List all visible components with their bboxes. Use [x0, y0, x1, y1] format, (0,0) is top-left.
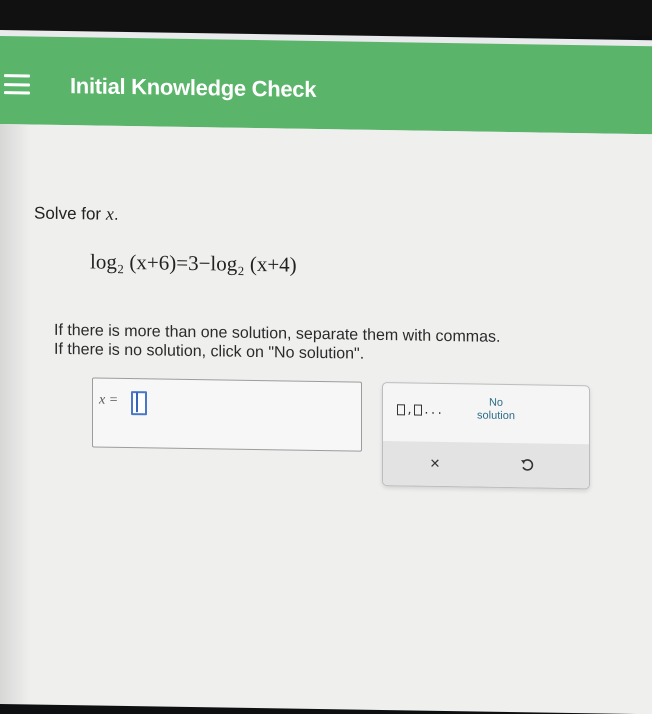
app-header: Initial Knowledge Check: [0, 36, 652, 135]
prompt-variable: x: [105, 203, 114, 224]
answer-input-box[interactable]: x =: [92, 377, 362, 452]
question-prompt: Solve for x.: [34, 203, 119, 225]
no-solution-line-2: solution: [477, 409, 515, 423]
list-separator-icon-2: [413, 404, 423, 416]
prompt-end: .: [113, 204, 119, 224]
app-screen: Initial Knowledge Check Solve for x. log…: [0, 30, 652, 714]
answer-label: x =: [99, 392, 119, 408]
prompt-text: Solve for: [34, 203, 102, 224]
answer-input-field[interactable]: [131, 391, 147, 416]
clear-button[interactable]: ×: [421, 452, 449, 476]
list-separator-icon: [397, 403, 406, 415]
instructions: If there is more than one solution, sepa…: [54, 321, 500, 366]
list-separator-button[interactable]: ,...: [397, 397, 443, 422]
equation: log₂ (x+6)=3−log₂ (x+4): [90, 249, 297, 277]
no-solution-button[interactable]: No solution: [451, 396, 541, 431]
text-cursor: [136, 392, 138, 413]
hamburger-menu-icon[interactable]: [4, 74, 30, 95]
undo-icon: [521, 459, 534, 471]
screen-edge-shadow: [0, 124, 30, 705]
list-suffix: ...: [423, 403, 443, 417]
question-panel: Solve for x. log₂ (x+6)=3−log₂ (x+4) If …: [0, 124, 652, 714]
page-title: Initial Knowledge Check: [70, 73, 317, 102]
undo-button[interactable]: [513, 453, 541, 477]
math-keypad: ,... No solution ×: [382, 382, 590, 490]
keypad-actions: ×: [383, 441, 589, 489]
